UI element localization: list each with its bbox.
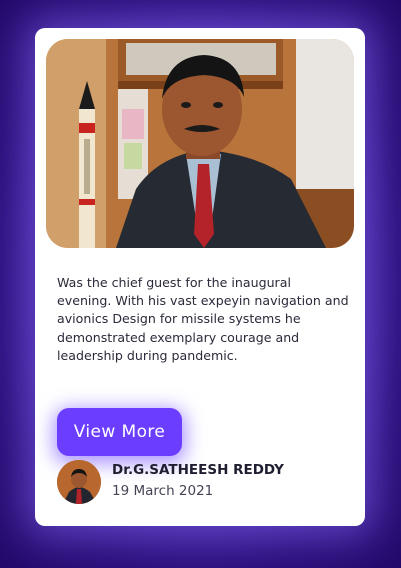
author-name: Dr.G.SATHEESH REDDY xyxy=(112,462,284,478)
testimonial-description: Was the chief guest for the inaugural ev… xyxy=(57,275,349,363)
author-block: Dr.G.SATHEESH REDDY 19 March 2021 xyxy=(57,460,347,506)
avatar xyxy=(57,460,101,504)
view-more-button[interactable]: View More xyxy=(57,408,182,456)
testimonial-card: Was the chief guest for the inaugural ev… xyxy=(35,28,365,526)
speaker-photo xyxy=(46,39,354,248)
author-date: 19 March 2021 xyxy=(112,483,214,499)
